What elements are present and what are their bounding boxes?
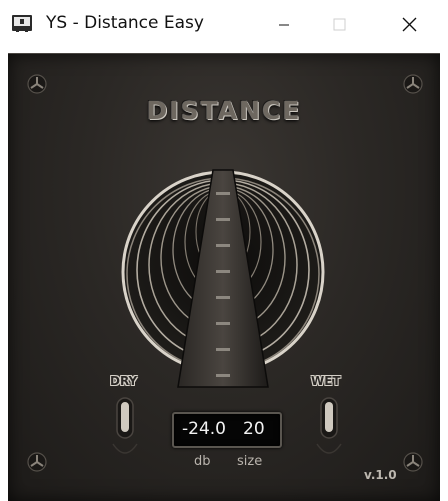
db-label: db: [194, 454, 211, 469]
title-bar: YS - Distance Easy: [0, 0, 448, 50]
screw-icon: [403, 74, 423, 94]
minimize-button[interactable]: [261, 6, 307, 44]
plugin-logo: DISTANCE: [146, 96, 302, 125]
size-label: size: [237, 454, 263, 469]
close-icon: [402, 17, 417, 32]
version-label: v.1.0: [364, 468, 397, 482]
maximize-button: [316, 6, 362, 44]
app-icon[interactable]: [11, 14, 33, 34]
plugin-panel: DISTANCE DRY WET -24.0 20 db size v.1.0: [8, 53, 440, 501]
value-display: -24.0 20: [172, 412, 282, 448]
screw-icon: [27, 74, 47, 94]
screw-icon: [27, 452, 47, 472]
size-value[interactable]: 20: [243, 419, 265, 439]
minimize-icon: [279, 24, 289, 26]
screw-icon: [403, 452, 423, 472]
wet-label: WET: [311, 374, 341, 388]
distance-visualizer[interactable]: [108, 162, 338, 412]
window-title: YS - Distance Easy: [46, 13, 204, 33]
dry-label: DRY: [110, 374, 138, 388]
maximize-icon: [333, 18, 346, 31]
wet-toggle[interactable]: [314, 396, 344, 464]
db-value[interactable]: -24.0: [182, 419, 226, 439]
dry-toggle[interactable]: [110, 396, 140, 464]
close-button[interactable]: [386, 6, 432, 44]
